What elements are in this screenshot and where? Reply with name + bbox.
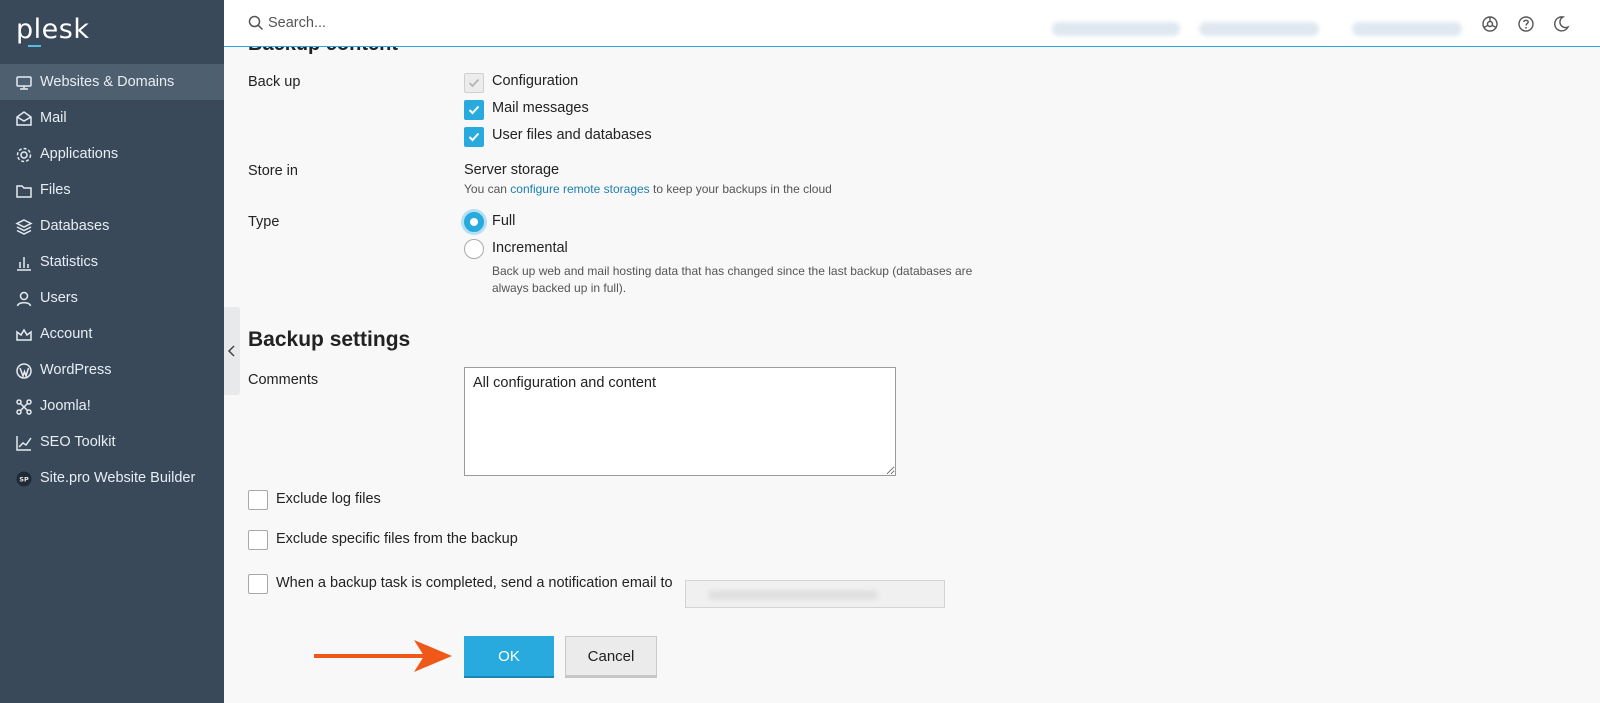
sidebar-item-account[interactable]: Account — [0, 316, 224, 352]
comments-textarea[interactable]: All configuration and content — [464, 367, 896, 476]
exclude-specific-files-checkbox[interactable] — [248, 530, 268, 550]
plesk-logo[interactable]: plesk — [16, 14, 90, 47]
comments-label: Comments — [248, 372, 319, 388]
backup-settings-heading: Backup settings — [248, 328, 411, 351]
user-selector[interactable] — [1199, 22, 1319, 36]
notify-email-checkbox[interactable] — [248, 574, 268, 594]
sidebar-item-statistics[interactable]: Statistics — [0, 244, 224, 280]
store-hint: You can configure remote storages to kee… — [464, 181, 832, 198]
sidebar-item-databases[interactable]: Databases — [0, 208, 224, 244]
notify-email-input[interactable] — [685, 580, 945, 608]
extensions-icon[interactable] — [1481, 15, 1499, 33]
cancel-button[interactable]: Cancel — [565, 636, 657, 676]
type-label: Type — [248, 214, 280, 230]
store-hint-prefix: You can — [464, 182, 511, 196]
store-in-label: Store in — [248, 163, 298, 179]
sidebar-item-websites-domains[interactable]: Websites & Domains — [0, 64, 224, 100]
bar-chart-icon — [15, 254, 33, 272]
store-hint-suffix: to keep your backups in the cloud — [649, 182, 832, 196]
checkmark-icon — [468, 78, 480, 88]
sidebar-item-label: Site.pro Website Builder — [40, 470, 196, 486]
backup-content-heading: Backup content — [248, 47, 398, 56]
mail-messages-checkbox[interactable] — [464, 100, 484, 120]
sidebar-item-wordpress[interactable]: WordPress — [0, 352, 224, 388]
incremental-hint: Back up web and mail hosting data that h… — [492, 263, 972, 297]
sidebar-item-label: Account — [40, 326, 93, 342]
logo-text: plesk — [16, 14, 90, 45]
sidebar-item-seo-toolkit[interactable]: SEO Toolkit — [0, 424, 224, 460]
sidebar-item-label: Users — [40, 290, 78, 306]
logo-underline — [28, 45, 41, 47]
type-full-label: Full — [492, 213, 516, 229]
incremental-hint-line2: always backed up in full). — [492, 281, 627, 295]
mail-icon — [15, 110, 33, 128]
database-icon — [15, 218, 33, 236]
sidebar-item-label: Files — [40, 182, 71, 198]
svg-text:SP: SP — [19, 476, 29, 484]
exclude-specific-files-label: Exclude specific files from the backup — [276, 531, 518, 547]
help-icon[interactable] — [1517, 15, 1535, 33]
sidebar-item-joomla[interactable]: Joomla! — [0, 388, 224, 424]
sitepro-icon: SP — [15, 470, 33, 488]
user-files-databases-checkbox[interactable] — [464, 127, 484, 147]
sidebar-nav: Websites & Domains Mail Applications Fil… — [0, 64, 224, 496]
top-bar — [224, 0, 1600, 47]
checkmark-icon — [468, 105, 480, 115]
incremental-hint-line1: Back up web and mail hosting data that h… — [492, 264, 973, 278]
exclude-log-files-label: Exclude log files — [276, 491, 381, 507]
sidebar-item-users[interactable]: Users — [0, 280, 224, 316]
folder-icon — [15, 182, 33, 200]
joomla-icon — [15, 398, 33, 416]
sidebar-item-label: Databases — [40, 218, 110, 234]
user-files-databases-label: User files and databases — [492, 127, 652, 143]
sidebar-item-label: WordPress — [40, 362, 112, 378]
sidebar-item-label: Joomla! — [40, 398, 91, 414]
wordpress-icon — [15, 362, 33, 380]
user-icon — [15, 290, 33, 308]
mail-messages-label: Mail messages — [492, 100, 589, 116]
exclude-log-files-checkbox[interactable] — [248, 490, 268, 510]
search-icon — [248, 15, 264, 31]
account-menu[interactable] — [1352, 22, 1462, 36]
sidebar-item-applications[interactable]: Applications — [0, 136, 224, 172]
sidebar-item-label: Applications — [40, 146, 119, 162]
arrow-pointer-icon — [314, 640, 452, 672]
gear-icon — [15, 146, 33, 164]
sidebar-item-label: Statistics — [40, 254, 99, 270]
redacted-email — [708, 590, 878, 600]
subscription-selector[interactable] — [1052, 22, 1180, 36]
main-content: Backup content Back up Configuration Mai… — [224, 47, 1600, 703]
type-full-radio[interactable] — [464, 212, 484, 232]
sidebar-item-label: SEO Toolkit — [40, 434, 116, 450]
search-input[interactable] — [268, 10, 868, 36]
sidebar-item-label: Websites & Domains — [40, 74, 175, 90]
sidebar-item-files[interactable]: Files — [0, 172, 224, 208]
monitor-icon — [15, 74, 33, 92]
seo-chart-icon — [15, 434, 33, 452]
ok-button[interactable]: OK — [464, 636, 554, 676]
crown-icon — [15, 326, 33, 344]
sidebar-item-sitepro[interactable]: SP Site.pro Website Builder — [0, 460, 224, 496]
notify-email-label: When a backup task is completed, send a … — [276, 575, 673, 591]
configuration-checkbox — [464, 73, 484, 93]
store-value: Server storage — [464, 162, 560, 178]
dark-mode-icon[interactable] — [1552, 15, 1570, 33]
type-incremental-radio[interactable] — [464, 239, 484, 259]
sidebar-item-mail[interactable]: Mail — [0, 100, 224, 136]
backup-label: Back up — [248, 74, 301, 90]
sidebar: plesk Websites & Domains Mail Applicatio… — [0, 0, 224, 703]
type-incremental-label: Incremental — [492, 240, 568, 256]
checkmark-icon — [468, 132, 480, 142]
sidebar-item-label: Mail — [40, 110, 67, 126]
configuration-label: Configuration — [492, 73, 579, 89]
configure-remote-storages-link[interactable]: configure remote storages — [510, 182, 649, 196]
